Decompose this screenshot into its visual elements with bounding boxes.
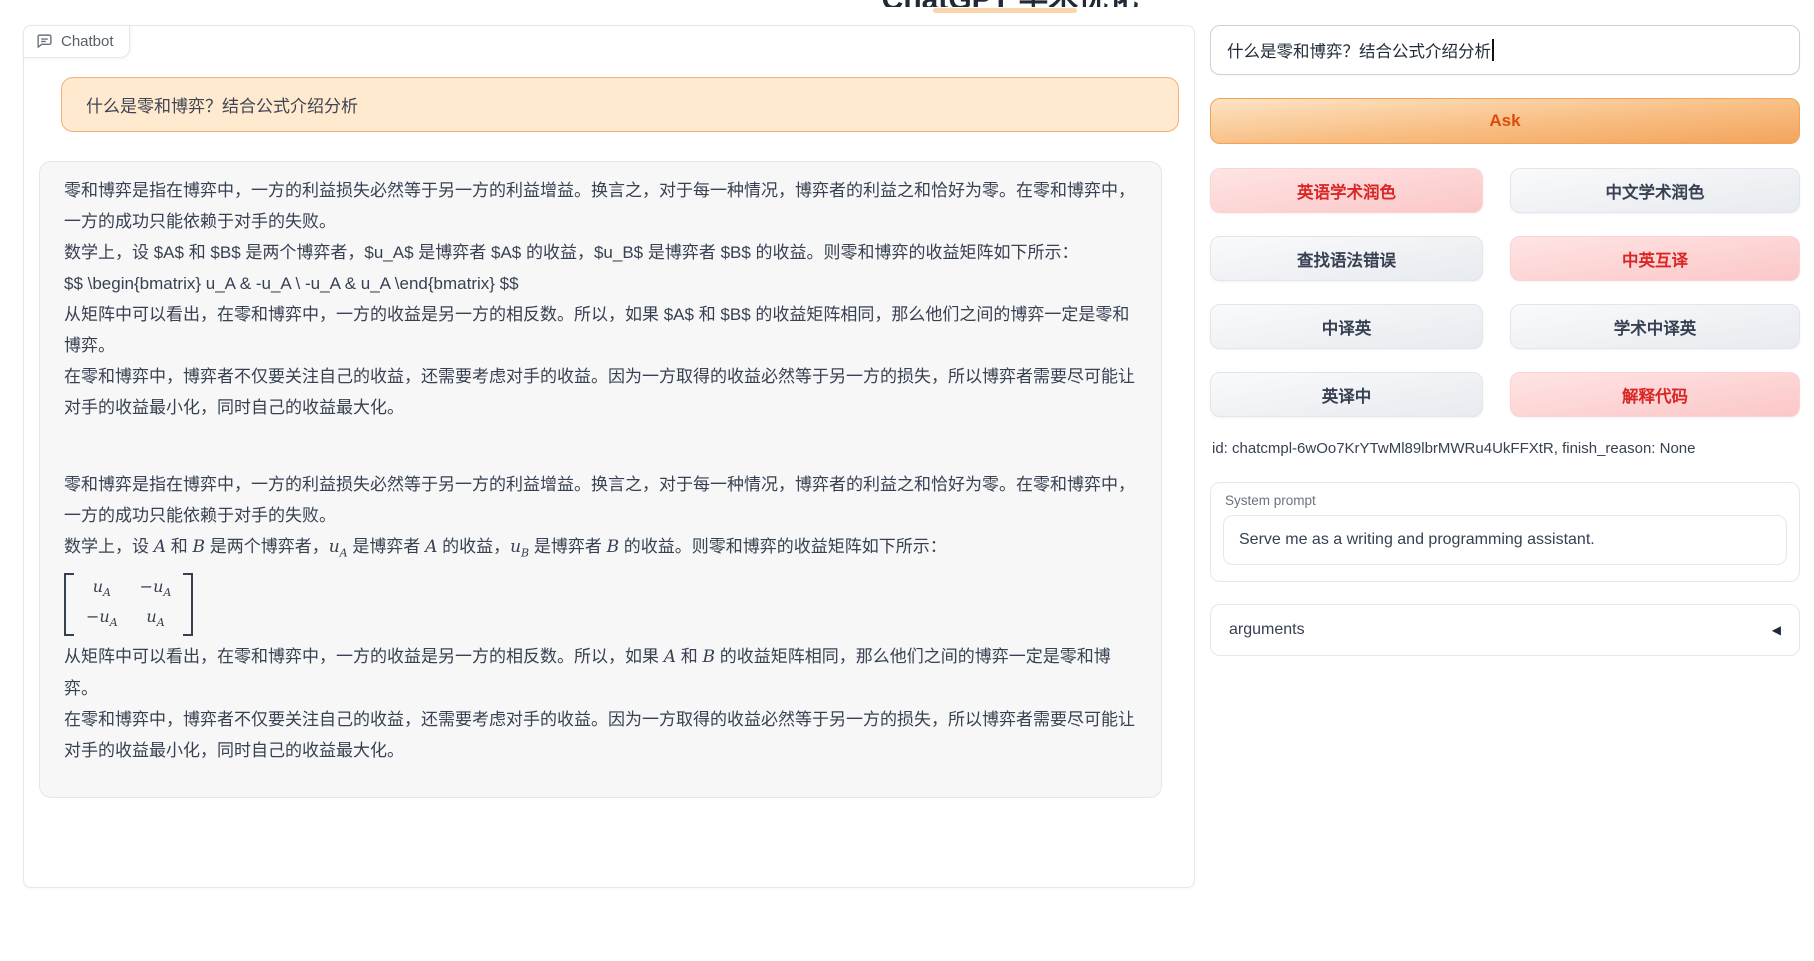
quick-button-7[interactable]: 英译中 xyxy=(1210,372,1483,417)
user-message-bubble: 什么是零和博弈？结合公式介绍分析 xyxy=(61,77,1179,132)
payoff-matrix: uA−uA−uAuA xyxy=(64,573,193,635)
question-input-value: 什么是零和博弈？结合公式介绍分析 xyxy=(1227,38,1491,62)
system-prompt-input[interactable]: Serve me as a writing and programming as… xyxy=(1223,515,1787,565)
math-var: −uA xyxy=(140,575,172,604)
quick-button-5[interactable]: 中译英 xyxy=(1210,304,1483,349)
quick-button-2[interactable]: 中文学术润色 xyxy=(1510,168,1800,213)
system-prompt-box: System prompt Serve me as a writing and … xyxy=(1210,482,1800,582)
quick-button-8[interactable]: 解释代码 xyxy=(1510,372,1800,417)
bot-paragraph: 从矩阵中可以看出，在零和博弈中，一方的收益是另一方的相反数。所以，如果 $A$ … xyxy=(64,299,1137,361)
math-var: B xyxy=(607,537,620,557)
bot-paragraph: 数学上，设 A 和 B 是两个博弈者，uA 是博弈者 A 的收益，uB 是博弈者… xyxy=(64,531,1137,568)
arguments-accordion[interactable]: arguments ◀ xyxy=(1210,604,1800,656)
bot-paragraph: $$ \begin{bmatrix} u_A & -u_A \ -u_A & u… xyxy=(64,268,1137,299)
chat-bubble-icon xyxy=(36,33,53,50)
quick-button-3[interactable]: 查找语法错误 xyxy=(1210,236,1483,281)
quick-button-4[interactable]: 中英互译 xyxy=(1510,236,1800,281)
bot-message-bubble: 零和博弈是指在博弈中，一方的利益损失必然等于另一方的利益增益。换言之，对于每一种… xyxy=(39,161,1162,798)
math-var: −uA xyxy=(86,605,118,634)
arguments-accordion-label: arguments xyxy=(1229,621,1305,639)
text-cursor xyxy=(1492,39,1494,61)
system-prompt-label: System prompt xyxy=(1225,493,1787,508)
quick-button-6[interactable]: 学术中译英 xyxy=(1510,304,1800,349)
math-var: B xyxy=(702,647,715,667)
bot-paragraph: 在零和博弈中，博弈者不仅要关注自己的收益，还需要考虑对手的收益。因为一方取得的收… xyxy=(64,704,1137,766)
chatbot-label-text: Chatbot xyxy=(61,33,114,50)
ask-button[interactable]: Ask xyxy=(1210,98,1800,144)
bot-message-block: 零和博弈是指在博弈中，一方的利益损失必然等于另一方的利益增益。换言之，对于每一种… xyxy=(64,469,1137,766)
page-title-cropped: ChatGPT 学术优化 xyxy=(860,0,1160,7)
user-message-text: 什么是零和博弈？结合公式介绍分析 xyxy=(86,92,358,117)
quick-buttons-grid: 英语学术润色中文学术润色查找语法错误中英互译中译英学术中译英英译中解释代码 xyxy=(1210,168,1800,417)
bot-paragraph: 零和博弈是指在博弈中，一方的利益损失必然等于另一方的利益增益。换言之，对于每一种… xyxy=(64,469,1137,531)
question-input[interactable]: 什么是零和博弈？结合公式介绍分析 xyxy=(1210,25,1800,75)
bot-paragraph: 从矩阵中可以看出，在零和博弈中，一方的收益是另一方的相反数。所以，如果 A 和 … xyxy=(64,641,1137,704)
accordion-collapse-icon: ◀ xyxy=(1772,623,1781,637)
system-prompt-value: Serve me as a writing and programming as… xyxy=(1239,531,1595,549)
math-var: B xyxy=(192,537,205,557)
title-accent-bar xyxy=(933,8,1077,13)
math-var: A xyxy=(154,537,166,557)
bot-message-block: 零和博弈是指在博弈中，一方的利益损失必然等于另一方的利益增益。换言之，对于每一种… xyxy=(64,175,1137,423)
status-line: id: chatcmpl-6wOo7KrYTwMl89lbrMWRu4UkFFX… xyxy=(1212,440,1696,457)
math-var: uA xyxy=(93,575,111,604)
page-title: ChatGPT 学术优化 xyxy=(860,0,1160,7)
matrix-bracket-left xyxy=(64,573,74,635)
chatbot-panel: Chatbot 什么是零和博弈？结合公式介绍分析 零和博弈是指在博弈中，一方的利… xyxy=(23,25,1195,888)
quick-button-1[interactable]: 英语学术润色 xyxy=(1210,168,1483,213)
math-var: uA xyxy=(329,537,348,557)
bot-paragraph: 在零和博弈中，博弈者不仅要关注自己的收益，还需要考虑对手的收益。因为一方取得的收… xyxy=(64,361,1137,423)
math-var: uA xyxy=(146,605,164,634)
matrix-bracket-right xyxy=(183,573,193,635)
matrix-cells: uA−uA−uAuA xyxy=(74,573,183,635)
math-var: A xyxy=(664,647,676,667)
bot-paragraph: 数学上，设 $A$ 和 $B$ 是两个博弈者，$u_A$ 是博弈者 $A$ 的收… xyxy=(64,237,1137,268)
math-var: A xyxy=(425,537,437,557)
chatbot-label-tab: Chatbot xyxy=(23,25,130,58)
math-var: uB xyxy=(510,537,529,557)
bot-paragraph: 零和博弈是指在博弈中，一方的利益损失必然等于另一方的利益增益。换言之，对于每一种… xyxy=(64,175,1137,237)
